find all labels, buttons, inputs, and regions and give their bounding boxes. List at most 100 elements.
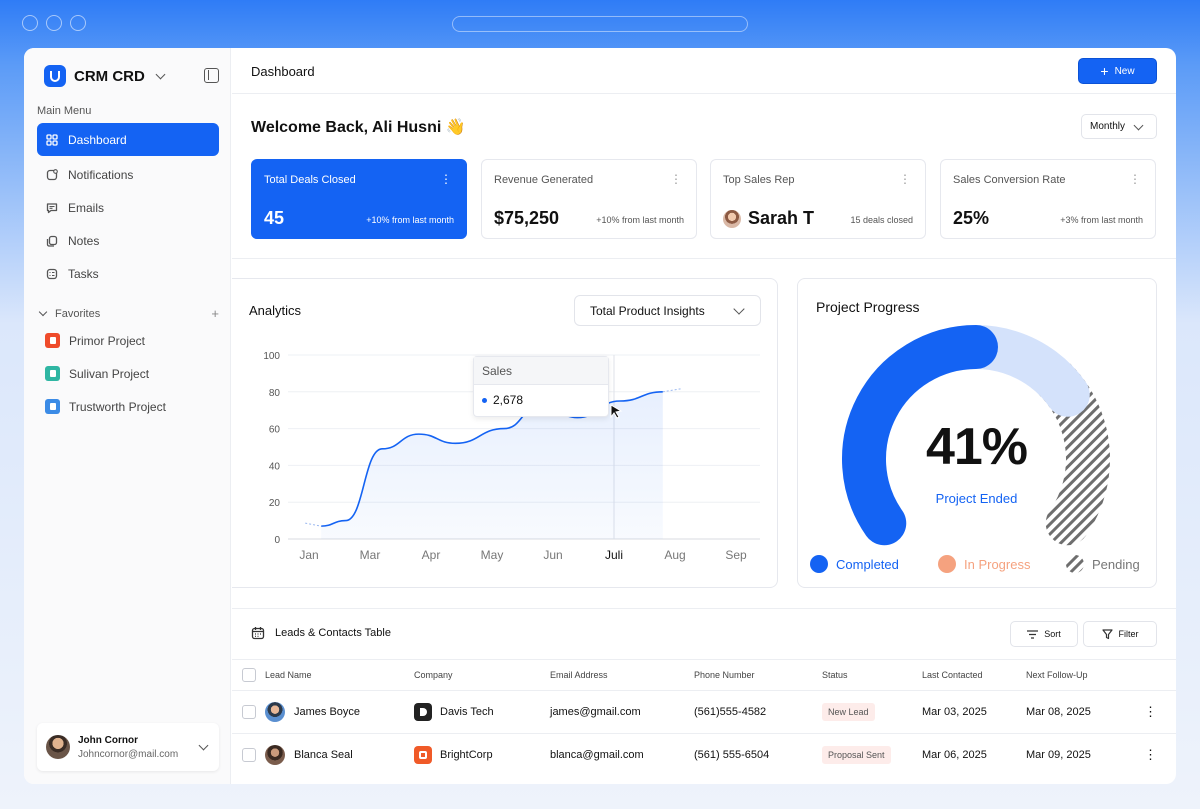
avatar: [723, 209, 741, 228]
sidebar-item-emails[interactable]: Emails: [37, 191, 219, 224]
favorites-header[interactable]: Favorites +: [37, 306, 219, 321]
x-tick-label: Aug: [664, 548, 685, 562]
window-minimize-dot[interactable]: [46, 15, 62, 31]
main-menu-label: Main Menu: [37, 105, 92, 117]
legend-label: In Progress: [964, 556, 1031, 572]
chart-tooltip: Sales 2,678: [473, 356, 609, 417]
status-badge: Proposal Sent: [822, 746, 891, 764]
y-tick-label: 40: [269, 461, 281, 472]
user-profile-menu[interactable]: John Cornor Johncornor@mail.com: [37, 723, 219, 771]
y-tick-label: 100: [263, 351, 280, 362]
sidebar-item-label: Notes: [68, 233, 100, 248]
message-icon: [46, 202, 58, 213]
row-checkbox[interactable]: [242, 705, 256, 719]
x-tick-label: Sep: [725, 548, 747, 562]
address-bar[interactable]: [452, 16, 748, 32]
more-options-icon[interactable]: ⋮: [1129, 172, 1141, 186]
legend-label: Pending: [1092, 556, 1140, 572]
divider: [232, 690, 1176, 691]
sidebar-item-label: Emails: [68, 200, 105, 215]
chevron-down-icon: [155, 69, 166, 79]
favorite-item-primor[interactable]: Primor Project: [45, 333, 145, 348]
user-email: Johncornor@mail.com: [78, 748, 179, 760]
kpi-card-top-sales-rep[interactable]: Top Sales Rep ⋮ Sarah T 15 deals closed: [710, 159, 926, 239]
legend-completed: Completed: [810, 555, 899, 573]
user-name: John Cornor: [78, 734, 138, 746]
sidebar-item-label: Notifications: [68, 167, 134, 182]
company-logo-icon: [414, 746, 432, 764]
new-button-label: New: [1114, 65, 1135, 77]
series-line-extension: [305, 522, 322, 527]
column-header[interactable]: Lead Name: [265, 670, 312, 680]
tooltip-value: 2,678: [493, 393, 524, 407]
row-more-icon[interactable]: ⋮: [1144, 747, 1157, 763]
period-select[interactable]: Monthly: [1081, 114, 1157, 139]
last-contacted: Mar 06, 2025: [922, 749, 987, 761]
divider: [232, 258, 1176, 259]
window-maximize-dot[interactable]: [70, 15, 86, 31]
table-row[interactable]: James Boyce Davis Tech james@gmail.com (…: [232, 692, 1176, 732]
new-button[interactable]: + New: [1078, 58, 1157, 84]
column-header[interactable]: Company: [414, 670, 453, 680]
sidebar-item-label: Dashboard: [68, 132, 127, 147]
notes-icon: [46, 235, 58, 247]
favorite-item-trustworth[interactable]: Trustworth Project: [45, 399, 166, 414]
more-options-icon[interactable]: ⋮: [440, 172, 452, 186]
sidebar-item-notifications[interactable]: Notifications: [37, 158, 219, 191]
app-name: CRM CRD: [74, 67, 145, 85]
favorite-item-sulivan[interactable]: Sulivan Project: [45, 366, 149, 381]
sidebar: CRM CRD Main Menu Dashboard Notification…: [24, 48, 231, 784]
table-header-row: Lead Name Company Email Address Phone Nu…: [232, 660, 1176, 690]
lead-name: James Boyce: [294, 706, 361, 718]
calendar-icon: [251, 627, 265, 640]
avatar: [265, 702, 285, 722]
next-follow-up: Mar 08, 2025: [1026, 706, 1091, 718]
sidebar-item-notes[interactable]: Notes: [37, 224, 219, 257]
collapse-sidebar-icon[interactable]: [204, 68, 219, 83]
kpi-card-revenue[interactable]: Revenue Generated ⋮ $75,250 +10% from la…: [481, 159, 697, 239]
column-header[interactable]: Status: [822, 670, 848, 680]
more-options-icon[interactable]: ⋮: [670, 172, 682, 186]
phone-number: (561) 555-6504: [694, 749, 770, 761]
chevron-down-icon: [1133, 120, 1144, 130]
workspace-switcher[interactable]: CRM CRD: [44, 65, 166, 87]
column-header[interactable]: Last Contacted: [922, 670, 983, 680]
sidebar-item-tasks[interactable]: Tasks: [37, 257, 219, 290]
analytics-chart[interactable]: 0 20 40 60 80 100 Jan Mar Apr May Jun Juli Aug Sep: [232, 279, 778, 589]
project-progress-card: Project Progress 41% Project Ended Compl…: [797, 278, 1157, 588]
kpi-value: 45: [264, 208, 285, 228]
kpi-delta: +10% from last month: [596, 215, 684, 225]
table-row[interactable]: Blanca Seal BrightCorp blanca@gmail.com …: [232, 735, 1176, 775]
file-icon: [45, 333, 60, 348]
add-favorite-icon[interactable]: +: [211, 306, 219, 321]
row-checkbox[interactable]: [242, 748, 256, 762]
sidebar-item-dashboard[interactable]: Dashboard: [37, 123, 219, 156]
chevron-down-icon: [38, 307, 48, 317]
sort-label: Sort: [1044, 629, 1061, 639]
last-contacted: Mar 03, 2025: [922, 706, 987, 718]
column-header[interactable]: Email Address: [550, 670, 608, 680]
table-header: Leads & Contacts Table: [251, 626, 391, 640]
status-badge: New Lead: [822, 703, 875, 721]
legend-label: Completed: [836, 556, 899, 572]
sort-button[interactable]: Sort: [1010, 621, 1078, 647]
kpi-label: Total Deals Closed: [264, 174, 356, 186]
kpi-card-conversion-rate[interactable]: Sales Conversion Rate ⋮ 25% +3% from las…: [940, 159, 1156, 239]
row-more-icon[interactable]: ⋮: [1144, 704, 1157, 720]
analytics-card: Analytics Total Product Insights 0 20 40 60…: [232, 278, 778, 588]
column-header[interactable]: Next Follow-Up: [1026, 670, 1088, 680]
more-options-icon[interactable]: ⋮: [899, 172, 911, 186]
column-header[interactable]: Phone Number: [694, 670, 755, 680]
avatar: [265, 745, 285, 765]
window-close-dot[interactable]: [22, 15, 38, 31]
kpi-card-deals-closed[interactable]: Total Deals Closed ⋮ 45 +10% from last m…: [251, 159, 467, 239]
main-content: Dashboard + New Welcome Back, Ali Husni …: [232, 48, 1176, 784]
legend-in-progress: In Progress: [938, 555, 1030, 573]
table-title: Leads & Contacts Table: [275, 627, 391, 639]
select-all-checkbox[interactable]: [242, 668, 256, 682]
email-address[interactable]: blanca@gmail.com: [550, 749, 644, 761]
kpi-delta: 15 deals closed: [850, 215, 913, 225]
filter-button[interactable]: Filter: [1083, 621, 1157, 647]
company-name: BrightCorp: [440, 749, 493, 761]
email-address[interactable]: james@gmail.com: [550, 706, 641, 718]
